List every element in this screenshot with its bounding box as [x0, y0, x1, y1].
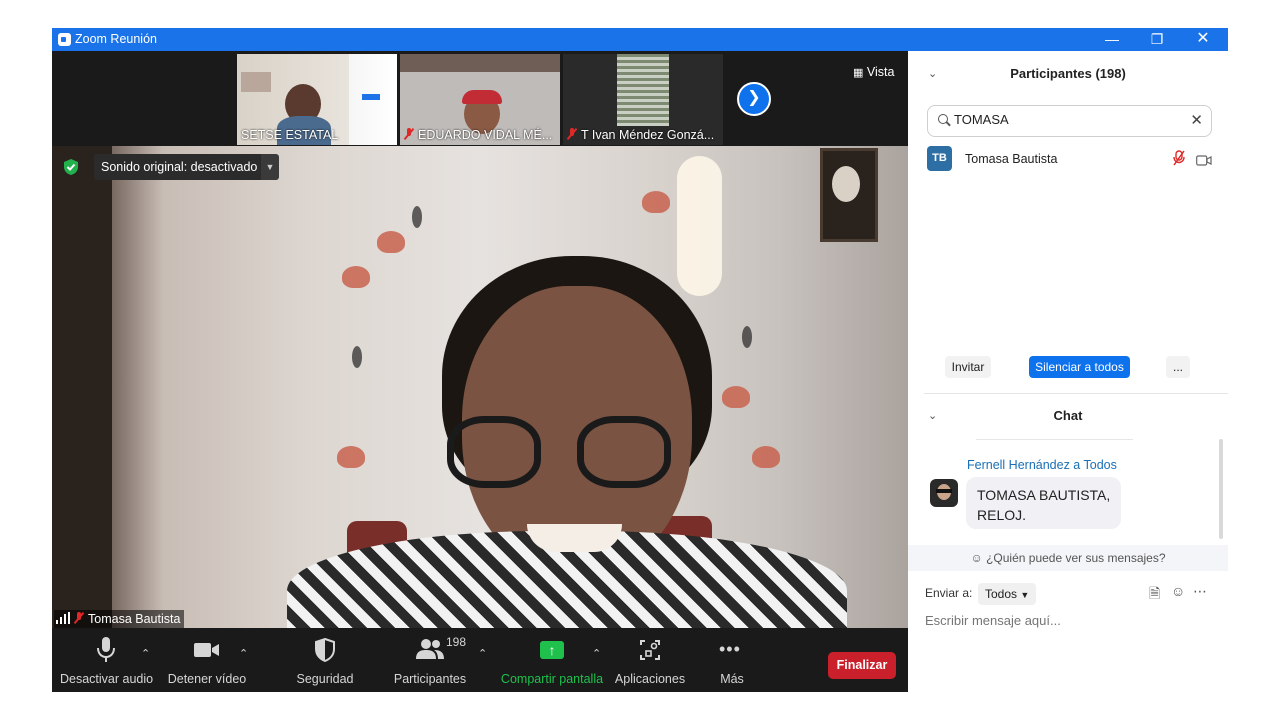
- more-options-button[interactable]: ...: [1166, 356, 1190, 378]
- caret-down-icon: ▼: [265, 162, 275, 172]
- participant-search-input[interactable]: [954, 112, 1174, 127]
- side-panel: ⌄ Participantes (198) ✕ TB Tomasa Bautis…: [908, 51, 1228, 692]
- participants-options-caret[interactable]: ⌃: [478, 647, 487, 660]
- send-to-dropdown[interactable]: Todos ▼: [978, 583, 1037, 605]
- original-sound-toggle[interactable]: Sonido original: desactivado: [94, 154, 265, 180]
- chat-scrollbar[interactable]: [1219, 439, 1223, 539]
- close-icon[interactable]: ✕: [1180, 28, 1226, 51]
- message-text: TOMASA BAUTISTA, RELOJ.: [977, 487, 1111, 523]
- thumbnail-eduardo-vidal[interactable]: EDUARDO VIDAL MÉ...: [400, 54, 560, 145]
- send-to-label: Enviar a:: [925, 586, 973, 600]
- mute-audio-button[interactable]: Desactivar audio: [60, 628, 153, 692]
- chat-title: Chat: [1053, 408, 1083, 423]
- chevron-right-icon: ❯: [747, 89, 761, 106]
- chevron-down-icon: ▼: [1020, 590, 1030, 600]
- avatar: [930, 479, 958, 507]
- more-dots-icon: •••: [719, 639, 741, 659]
- more-dots-icon[interactable]: ⋯: [1193, 583, 1207, 600]
- title-bar: Zoom Reunión — ❐ ✕: [52, 28, 1228, 51]
- audio-options-caret[interactable]: ⌃: [141, 647, 150, 660]
- meeting-toolbar: Desactivar audio ⌃ Detener vídeo ⌃ Segur…: [52, 628, 908, 692]
- participants-count: 198: [446, 635, 467, 649]
- share-screen-button[interactable]: ↑ Compartir pantalla: [500, 628, 604, 692]
- chat-message-input[interactable]: [925, 613, 1205, 628]
- view-button[interactable]: ▦ Vista: [847, 63, 900, 81]
- video-options-caret[interactable]: ⌃: [239, 647, 248, 660]
- apps-button[interactable]: Aplicaciones: [614, 628, 686, 692]
- emoji-icon[interactable]: ☺: [1171, 583, 1185, 599]
- who-can-see-messages[interactable]: ☺ ¿Quién puede ver sus mensajes?: [908, 545, 1228, 571]
- person-info-icon: ☺: [970, 551, 983, 565]
- mic-muted-icon: [74, 612, 84, 624]
- apps-icon: [614, 628, 686, 662]
- shield-icon: [290, 628, 360, 663]
- video-area: SETSE ESTATAL EDUARDO VIDAL MÉ... T Ivan…: [52, 51, 908, 692]
- main-video[interactable]: [52, 146, 908, 628]
- video-camera-icon: [166, 628, 248, 662]
- microphone-icon: [60, 628, 152, 662]
- participants-button[interactable]: 198 Participantes: [390, 628, 470, 692]
- more-button[interactable]: ••• Más: [706, 628, 758, 692]
- share-options-caret[interactable]: ⌃: [592, 647, 601, 660]
- file-icon[interactable]: 🗎: [1149, 583, 1160, 607]
- mute-all-button[interactable]: Silenciar a todos: [1029, 356, 1130, 378]
- participants-panel-title: Participantes (198): [1010, 66, 1126, 81]
- minimize-icon[interactable]: —: [1089, 28, 1135, 51]
- clear-search-icon[interactable]: ✕: [1190, 111, 1203, 129]
- search-icon: [938, 114, 948, 124]
- share-screen-icon: ↑: [500, 628, 604, 662]
- speaker-name-label: Tomasa Bautista: [54, 610, 185, 628]
- end-meeting-button[interactable]: Finalizar: [828, 652, 896, 679]
- thumbnail-setse-estatal[interactable]: SETSE ESTATAL: [237, 54, 397, 145]
- avatar: TB: [927, 146, 952, 171]
- message-sender: Fernell Hernández a Todos: [967, 458, 1117, 472]
- thumbnail-name: SETSE ESTATAL: [241, 128, 339, 142]
- window-title: Zoom Reunión: [75, 32, 157, 46]
- security-button[interactable]: Seguridad: [290, 628, 360, 692]
- thumbnail-name: T Ivan Méndez Gonzá...: [567, 128, 714, 142]
- participant-name: Tomasa Bautista: [965, 152, 1058, 166]
- restore-icon[interactable]: ❐: [1134, 28, 1180, 51]
- thumbnail-ivan-mendez[interactable]: T Ivan Méndez Gonzá...: [563, 54, 723, 145]
- invite-button[interactable]: Invitar: [945, 356, 991, 378]
- thumbnail-name: EDUARDO VIDAL MÉ...: [404, 128, 552, 142]
- grid-icon: ▦: [853, 67, 864, 79]
- mic-muted-icon: [404, 128, 414, 140]
- participants-icon: 198: [390, 628, 470, 662]
- signal-bars-icon: [56, 612, 70, 624]
- participant-search: ✕: [927, 105, 1212, 137]
- encryption-shield-icon[interactable]: [62, 158, 80, 176]
- mic-muted-icon[interactable]: [1173, 150, 1185, 166]
- next-page-button[interactable]: ❯: [737, 82, 771, 116]
- stop-video-button[interactable]: Detener vídeo: [166, 628, 248, 692]
- video-camera-icon[interactable]: [1196, 153, 1212, 166]
- sound-dropdown[interactable]: ▼: [261, 154, 279, 180]
- zoom-logo-icon: [58, 33, 71, 46]
- mic-muted-icon: [567, 128, 577, 140]
